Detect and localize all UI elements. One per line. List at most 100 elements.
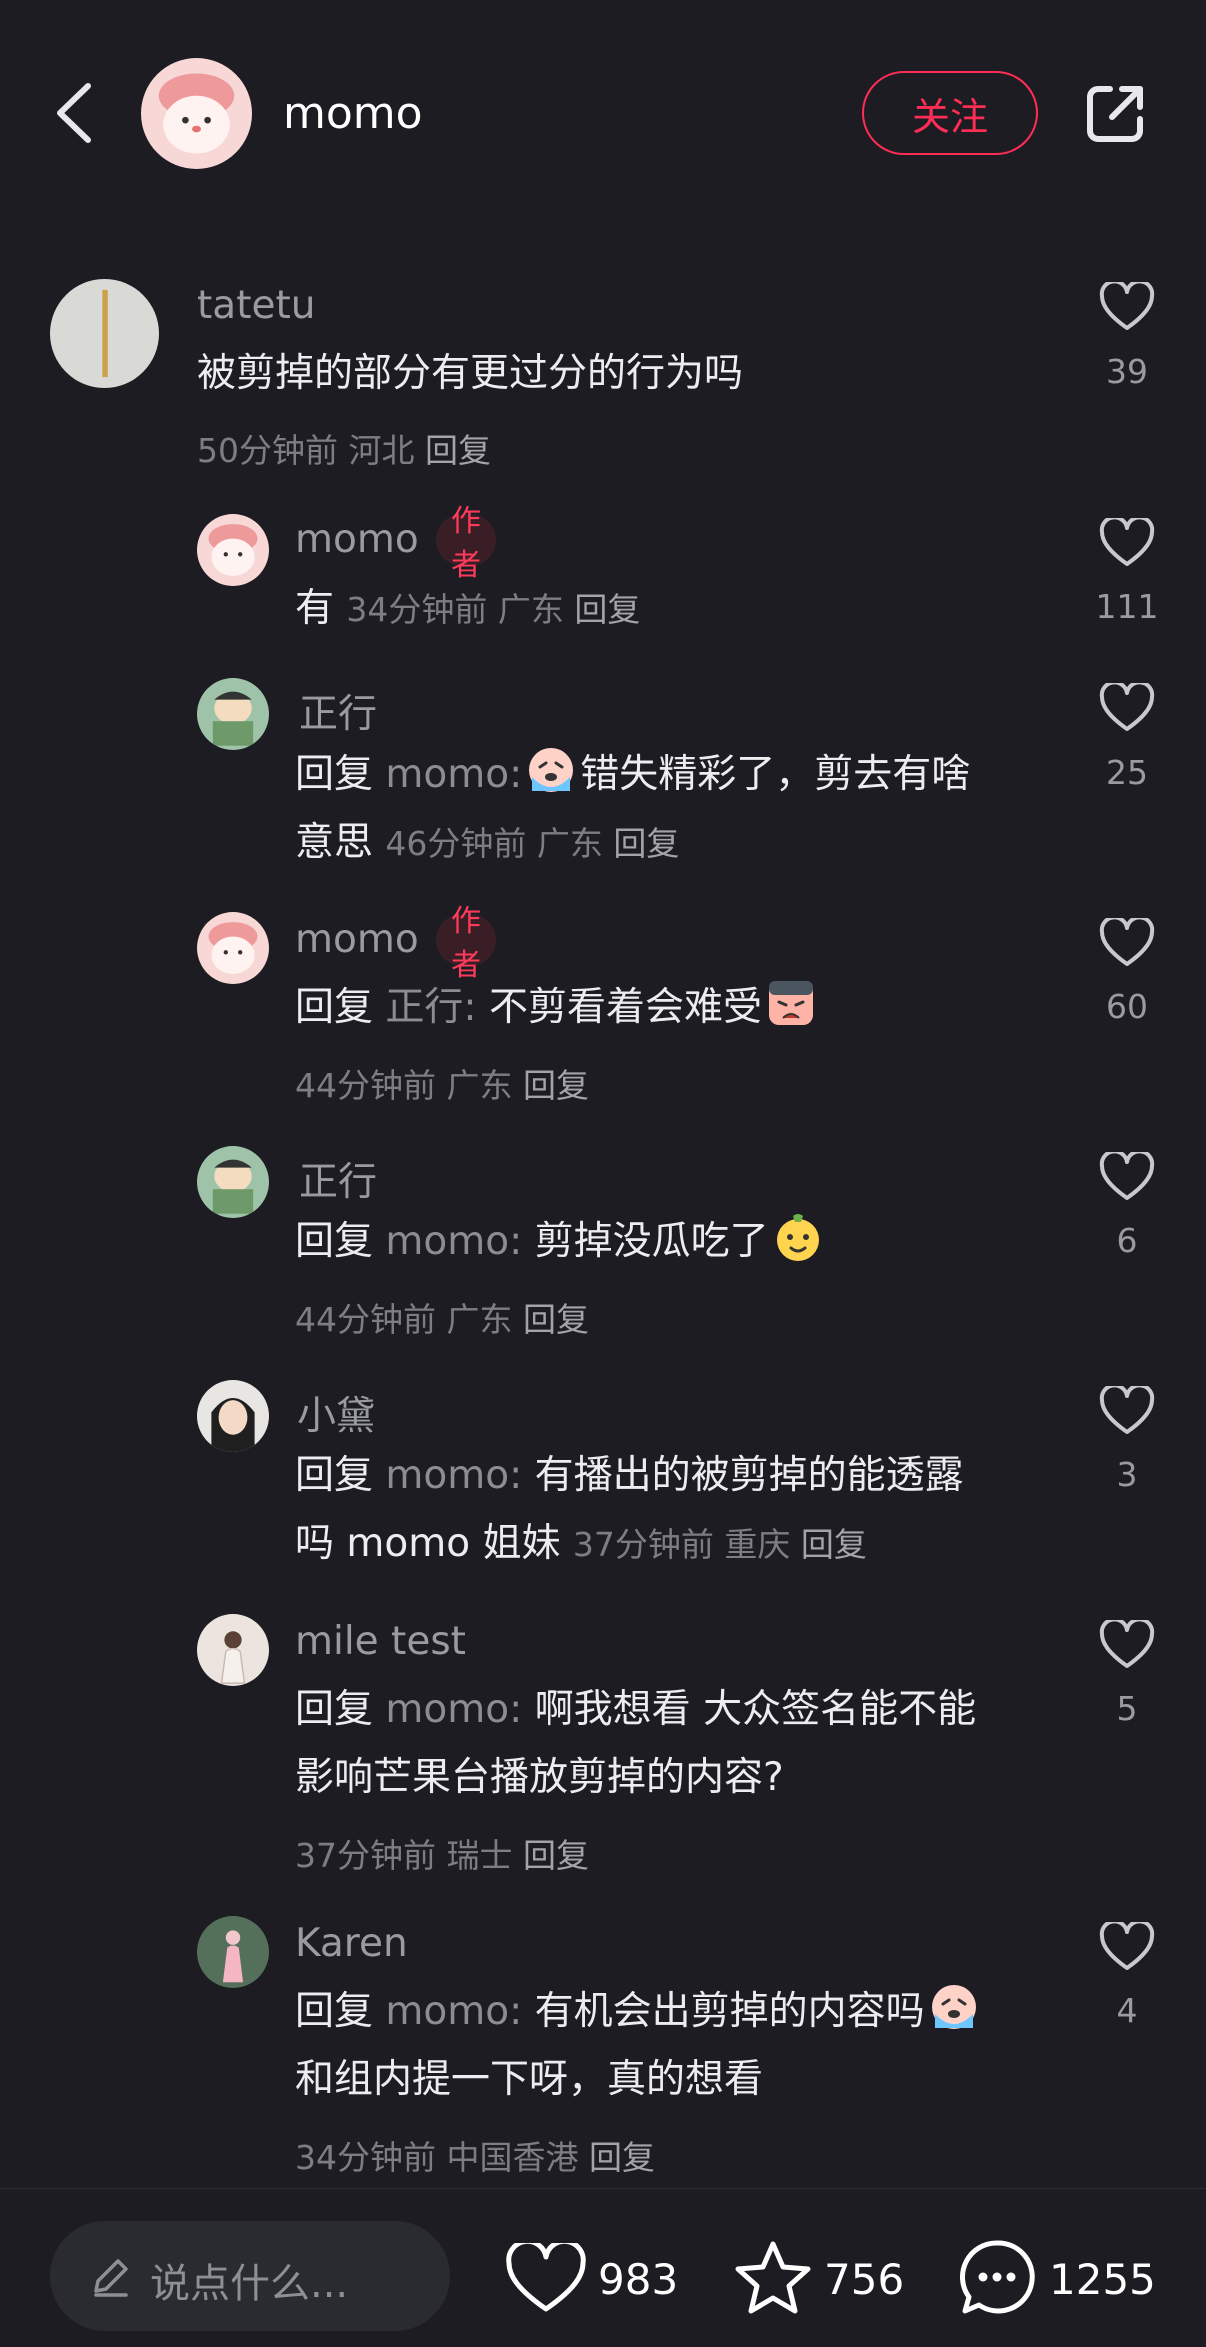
reply-target[interactable]: momo: — [385, 1219, 522, 1264]
like-count: 3 — [1116, 1455, 1138, 1494]
comment-bubble-icon[interactable] — [957, 2237, 1037, 2317]
star-favorite-icon[interactable] — [733, 2239, 813, 2317]
comment-meta: 34分钟前 中国香港 回复 — [295, 2131, 655, 2179]
like-count: 39 — [1106, 352, 1148, 391]
comment-body: 剪掉没瓜吃了 — [534, 1219, 769, 1264]
melon-eating-emoji-icon — [776, 1214, 819, 1261]
total-stars-count: 756 — [824, 2255, 905, 2304]
comment-meta: 44分钟前 广东 回复 — [295, 1059, 589, 1107]
reply-prefix: 回复 — [295, 1219, 374, 1264]
total-comments-count: 1255 — [1049, 2255, 1156, 2304]
reply-button[interactable]: 回复 — [523, 1066, 589, 1105]
comment-text-line2: 吗 momo 姐妹 37分钟前 重庆 回复 — [295, 1509, 867, 1579]
reply-target[interactable]: momo: — [385, 1989, 522, 2034]
commenter-avatar[interactable] — [197, 514, 269, 586]
reply-button[interactable]: 回复 — [574, 590, 640, 629]
top-bar: momo 关注 — [0, 0, 1206, 230]
comment-text-line2: 影响芒果台播放剪掉的内容? — [295, 1755, 784, 1800]
comment-location: 重庆 — [724, 1525, 791, 1564]
reply-target[interactable]: momo: — [385, 752, 522, 797]
sad-face-emoji-icon — [768, 981, 813, 1025]
comment-location: 广东 — [497, 590, 564, 629]
reply-button[interactable]: 回复 — [425, 431, 491, 470]
comment-time: 37分钟前 — [295, 1836, 436, 1875]
comment-text-line2: 意思 46分钟前 广东 回复 — [295, 808, 679, 878]
like-heart-icon[interactable] — [505, 2243, 587, 2315]
like-heart-icon[interactable] — [1099, 282, 1155, 332]
comment-text: 回复 momo: 错失精彩了，剪去有啥 — [295, 740, 970, 809]
comment-location: 广东 — [446, 1066, 513, 1105]
pencil-icon — [94, 2259, 128, 2297]
comment-time: 34分钟前 — [295, 2138, 436, 2177]
commenter-name[interactable]: momo — [295, 917, 419, 962]
commenter-name[interactable]: 正行 — [299, 683, 377, 739]
commenter-avatar[interactable] — [197, 912, 269, 984]
reply-target[interactable]: momo: — [385, 1687, 522, 1732]
like-count: 4 — [1116, 1991, 1138, 2030]
comment-body: 啊我想看 大众签名能不能 — [534, 1687, 977, 1732]
commenter-name[interactable]: mile test — [295, 1619, 466, 1664]
comment-body: 有播出的被剪掉的能透露 — [534, 1453, 964, 1498]
comment-body: 有 — [295, 586, 335, 631]
like-heart-icon[interactable] — [1099, 1922, 1155, 1972]
like-heart-icon[interactable] — [1099, 1386, 1155, 1436]
comment-time: 50分钟前 — [197, 431, 338, 470]
reply-button[interactable]: 回复 — [801, 1525, 867, 1564]
reply-prefix: 回复 — [295, 985, 374, 1030]
commenter-name[interactable]: 正行 — [299, 1151, 377, 1207]
commenter-name[interactable]: Karen — [295, 1921, 408, 1966]
commenter-name[interactable]: momo — [295, 517, 419, 562]
follow-button[interactable]: 关注 — [862, 71, 1038, 155]
commenter-avatar[interactable] — [197, 1916, 269, 1988]
comment-location: 广东 — [446, 1300, 513, 1339]
comment-text: 回复 momo: 剪掉没瓜吃了 — [295, 1207, 827, 1276]
commenter-avatar[interactable] — [50, 279, 159, 388]
reply-button[interactable]: 回复 — [523, 1300, 589, 1339]
comment-text: 回复 momo: 有播出的被剪掉的能透露 — [295, 1441, 964, 1510]
commenter-avatar[interactable] — [197, 678, 269, 750]
like-count: 60 — [1106, 987, 1148, 1026]
like-count: 5 — [1116, 1689, 1138, 1728]
reply-target[interactable]: momo: — [385, 1453, 522, 1498]
like-heart-icon[interactable] — [1099, 683, 1155, 733]
like-heart-icon[interactable] — [1099, 1620, 1155, 1670]
crying-emoji-icon — [529, 748, 574, 792]
commenter-avatar[interactable] — [197, 1146, 269, 1218]
author-name[interactable]: momo — [283, 88, 423, 139]
comment-location: 瑞士 — [446, 1836, 513, 1875]
reply-target[interactable]: 正行: — [385, 985, 476, 1030]
back-arrow-icon[interactable] — [50, 78, 100, 148]
comment-input[interactable]: 说点什么... — [50, 2221, 450, 2331]
reply-button[interactable]: 回复 — [523, 1836, 589, 1875]
commenter-avatar[interactable] — [197, 1614, 269, 1686]
comment-meta: 37分钟前 重庆 回复 — [573, 1525, 867, 1564]
comment-time: 46分钟前 — [385, 824, 527, 863]
comment-text: 有 34分钟前 广东 回复 — [295, 574, 640, 644]
comment-body: 不剪看着会难受 — [488, 985, 762, 1030]
like-heart-icon[interactable] — [1099, 518, 1155, 568]
comment-meta: 34分钟前 广东 回复 — [346, 590, 640, 629]
reply-button[interactable]: 回复 — [613, 824, 679, 863]
like-count: 6 — [1116, 1221, 1138, 1260]
comment-body: 错失精彩了，剪去有啥 — [580, 752, 971, 797]
bottom-action-bar: 说点什么... 983 756 1255 — [0, 2188, 1206, 2347]
reply-button[interactable]: 回复 — [589, 2138, 655, 2177]
like-heart-icon[interactable] — [1099, 918, 1155, 968]
reply-prefix: 回复 — [295, 1989, 374, 2034]
comment-input-placeholder: 说点什么... — [150, 2261, 349, 2307]
comment-text: 回复 momo: 啊我想看 大众签名能不能 — [295, 1675, 976, 1744]
share-icon[interactable] — [1084, 81, 1148, 145]
like-heart-icon[interactable] — [1099, 1152, 1155, 1202]
comment-location: 广东 — [536, 824, 603, 863]
comment-location: 河北 — [348, 431, 415, 470]
commenter-avatar[interactable] — [197, 1380, 269, 1452]
commenter-name[interactable]: tatetu — [197, 283, 316, 328]
comment-body: 有机会出剪掉的内容吗 — [534, 1989, 925, 2034]
author-avatar[interactable] — [141, 58, 252, 169]
comment-meta: 46分钟前 广东 回复 — [385, 824, 679, 863]
reply-prefix: 回复 — [295, 1453, 374, 1498]
author-badge: 作者 — [436, 504, 496, 583]
comment-time: 44分钟前 — [295, 1066, 436, 1105]
commenter-name[interactable]: 小黛 — [297, 1385, 375, 1441]
comment-time: 37分钟前 — [572, 1525, 714, 1564]
